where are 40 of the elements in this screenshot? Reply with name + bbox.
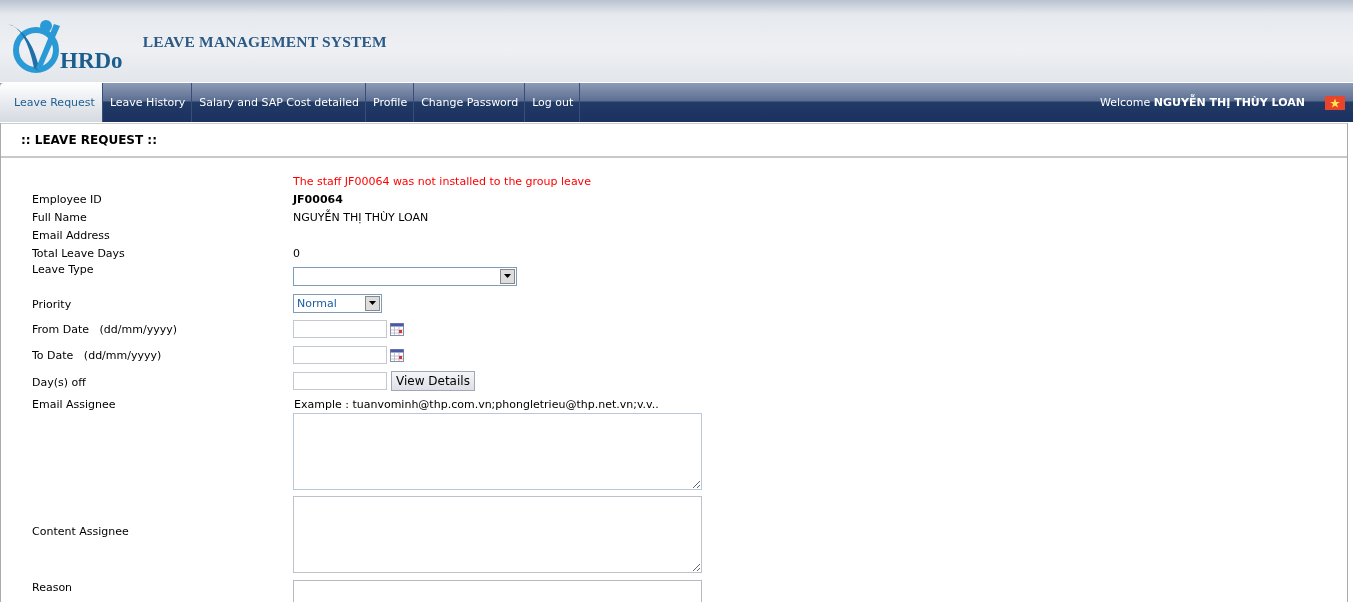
nav-tab[interactable]: Salary and SAP Cost detailed (192, 83, 366, 122)
calendar-icon[interactable] (390, 348, 404, 362)
flag-icon[interactable] (1325, 95, 1345, 110)
field-label: From Date (dd/mm/yyyy) (32, 322, 177, 336)
date-field[interactable] (293, 346, 387, 364)
field-label: Total Leave Days (32, 246, 125, 260)
field-label: Full Name (32, 210, 87, 224)
field-label: Leave Type (32, 263, 94, 276)
welcome-text: Welcome NGUYỄN THỊ THÙY LOAN (1100, 96, 1305, 109)
field-value: JF00064 (293, 192, 343, 206)
days-off-field[interactable] (293, 372, 387, 390)
nav-tab[interactable]: Leave History (102, 83, 193, 122)
reason-field[interactable] (293, 580, 702, 602)
nav-tab[interactable]: Change Password (414, 83, 526, 122)
page-title: :: LEAVE REQUEST :: (1, 123, 1347, 158)
field-label: Employee ID (32, 192, 102, 206)
example-hint: Example : tuanvominh@thp.com.vn;phongletrieu@thp.net.vn;v.v.. (294, 398, 660, 411)
field-label: Priority (32, 298, 72, 311)
error-message: The staff JF00064 was not installed to the group leave (293, 174, 591, 188)
content-assignee-field[interactable] (293, 496, 702, 573)
logo-text: HRDo (60, 48, 123, 74)
calendar-icon[interactable] (390, 322, 404, 336)
dropdown-icon[interactable] (500, 268, 515, 284)
email-assignee-field[interactable] (293, 413, 702, 490)
field-value: NGUYỄN THỊ THÙY LOAN (293, 210, 429, 224)
field-label: To Date (dd/mm/yyyy) (32, 348, 162, 362)
priority-select[interactable]: Normal (293, 293, 382, 313)
nav-tab[interactable]: Leave Request (0, 83, 103, 122)
field-label: Day(s) off (32, 376, 86, 389)
date-field[interactable] (293, 320, 387, 338)
field-label: Email Assignee (32, 398, 116, 411)
system-title: LEAVE MANAGEMENT SYSTEM (142, 33, 387, 51)
nav-tab[interactable]: Profile (365, 83, 415, 122)
field-label: Content Assignee (32, 525, 129, 538)
nav-tab[interactable]: Log out (525, 83, 581, 122)
view-details-button[interactable]: View Details (391, 371, 475, 391)
field-value: 0 (293, 246, 300, 260)
dropdown-icon[interactable] (365, 295, 380, 311)
field-label: Email Address (32, 228, 110, 242)
field-label: Reason (32, 581, 73, 594)
